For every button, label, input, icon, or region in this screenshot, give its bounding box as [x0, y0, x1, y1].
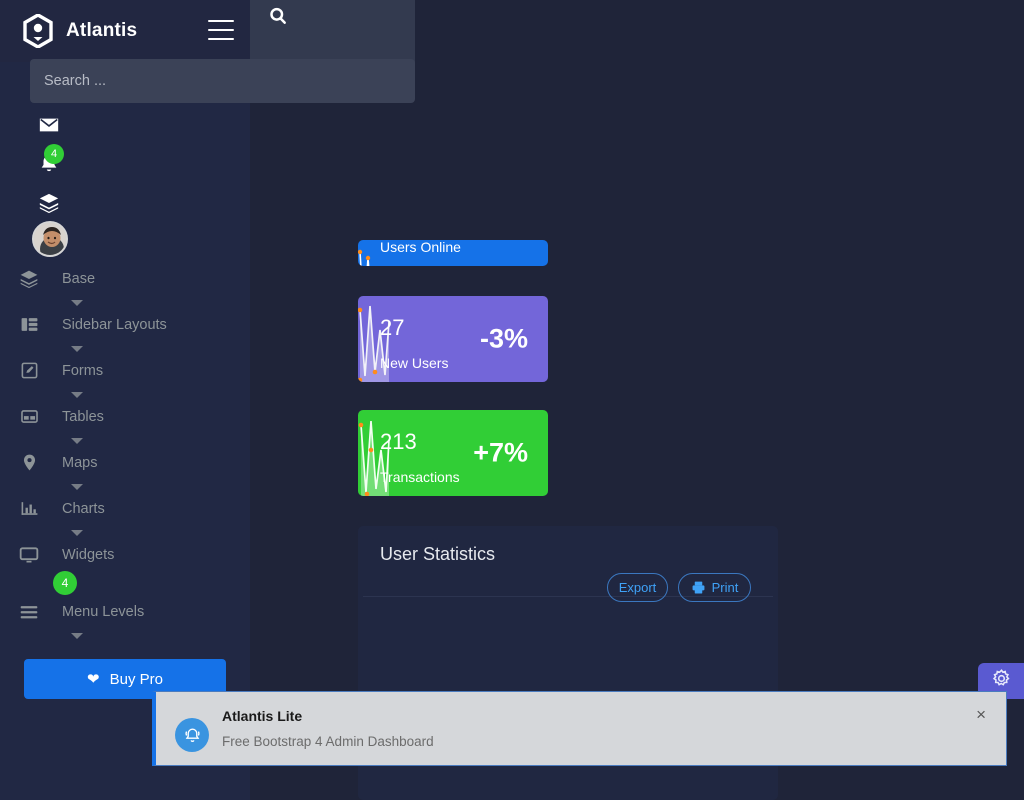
hamburger-bar: [208, 38, 234, 40]
table-columns-icon: [17, 313, 41, 337]
print-label: Print: [711, 580, 739, 595]
sidebar-item-label: Forms: [62, 362, 104, 379]
chevron-down-icon: [71, 437, 83, 444]
main-content: Users Online 27 New Users -3% 213 Transa…: [250, 0, 1024, 800]
stat-number: 213: [380, 429, 417, 454]
hamburger-bar: [208, 29, 234, 31]
sidebar-item-charts[interactable]: Charts: [0, 494, 250, 523]
toast-subtitle: Free Bootstrap 4 Admin Dashboard: [222, 734, 434, 749]
page-title: User Statistics: [380, 544, 496, 564]
bar-chart-icon: [17, 497, 41, 521]
monitor-icon: [17, 543, 41, 567]
toast-title: Atlantis Lite: [222, 708, 303, 724]
sidebar-widgets-badge-row: 4: [0, 569, 250, 597]
stat-card-new-users[interactable]: 27 New Users -3%: [358, 296, 548, 382]
export-button[interactable]: Export: [607, 573, 668, 602]
sidebar-item-label: Maps: [62, 454, 98, 471]
sidebar-caret-sidebar-layouts[interactable]: [0, 339, 250, 356]
bell-icon: [175, 718, 209, 752]
sidebar-item-label: Base: [62, 270, 96, 287]
sidebar-item-tables[interactable]: Tables: [0, 402, 250, 431]
stat-percent: +7%: [473, 437, 528, 468]
chevron-down-icon: [71, 345, 83, 352]
stat-card-transactions[interactable]: 213 Transactions +7%: [358, 410, 548, 496]
sidebar-item-label: Tables: [62, 408, 104, 425]
sidebar-item-label: Menu Levels: [62, 603, 145, 620]
messages-button[interactable]: [0, 108, 250, 147]
sidebar-caret-charts[interactable]: [0, 523, 250, 540]
chevron-down-icon: [71, 632, 83, 639]
chevron-down-icon: [71, 529, 83, 536]
stat-label: Transactions: [380, 469, 460, 485]
stat-percent: -3%: [479, 323, 528, 354]
chevron-down-icon: [71, 391, 83, 398]
bars-icon: [17, 600, 41, 624]
sidebar-caret-tables[interactable]: [0, 431, 250, 448]
table-icon: [17, 405, 41, 429]
layers-icon: [38, 192, 60, 219]
sidebar-item-sidebar-layouts[interactable]: Sidebar Layouts: [0, 310, 250, 339]
avatar[interactable]: [32, 221, 68, 257]
map-pin-icon: [17, 451, 41, 475]
hexagon-logo-icon: [22, 13, 54, 49]
brand-name: Atlantis: [66, 20, 138, 41]
hamburger-menu-icon[interactable]: [208, 20, 234, 42]
stat-label: Users Online: [380, 240, 461, 255]
sidebar-item-maps[interactable]: Maps: [0, 448, 250, 477]
heart-icon: ❤: [87, 670, 100, 688]
envelope-icon: [38, 114, 60, 141]
sidebar: Atlantis Base Sidebar Layouts Forms Tabl…: [0, 0, 250, 800]
sidebar-item-widgets[interactable]: Widgets: [0, 540, 250, 569]
sidebar-item-label: Sidebar Layouts: [62, 316, 167, 333]
hamburger-bar: [208, 20, 234, 22]
sidebar-caret-forms[interactable]: [0, 385, 250, 402]
stat-number: 27: [380, 315, 405, 340]
sidebar-caret-maps[interactable]: [0, 477, 250, 494]
notification-badge: 4: [44, 144, 64, 164]
status-badge: 4: [53, 571, 77, 595]
printer-icon: [691, 580, 706, 595]
chevron-down-icon: [71, 299, 83, 306]
stat-card-users-online[interactable]: Users Online: [358, 240, 548, 266]
sidebar-nav: Base Sidebar Layouts Forms Tables Maps C…: [0, 258, 250, 699]
apps-button[interactable]: [0, 186, 250, 225]
app-root: Atlantis Base Sidebar Layouts Forms Tabl…: [0, 0, 1024, 800]
sidebar-item-base[interactable]: Base: [0, 264, 250, 293]
pencil-square-icon: [17, 359, 41, 383]
notifications-button[interactable]: 4: [0, 144, 250, 186]
layers-icon: [17, 267, 41, 291]
sidebar-caret-menu-levels[interactable]: [0, 626, 250, 643]
export-label: Export: [618, 580, 657, 595]
sidebar-item-label: Widgets: [62, 546, 115, 563]
print-button[interactable]: Print: [678, 573, 751, 602]
sidebar-caret-base[interactable]: [0, 293, 250, 310]
stat-label: New Users: [380, 355, 449, 371]
close-icon[interactable]: ×: [976, 706, 986, 723]
sidebar-item-menu-levels[interactable]: Menu Levels: [0, 597, 250, 626]
chevron-down-icon: [71, 483, 83, 490]
toast-notification: Atlantis Lite Free Bootstrap 4 Admin Das…: [152, 691, 1007, 766]
topbar-icon-rail: 4: [0, 108, 250, 225]
buy-pro-label: Buy Pro: [109, 670, 163, 688]
search-placeholder: Search ...: [44, 73, 107, 89]
sidebar-item-label: Charts: [62, 500, 105, 517]
sidebar-item-forms[interactable]: Forms: [0, 356, 250, 385]
